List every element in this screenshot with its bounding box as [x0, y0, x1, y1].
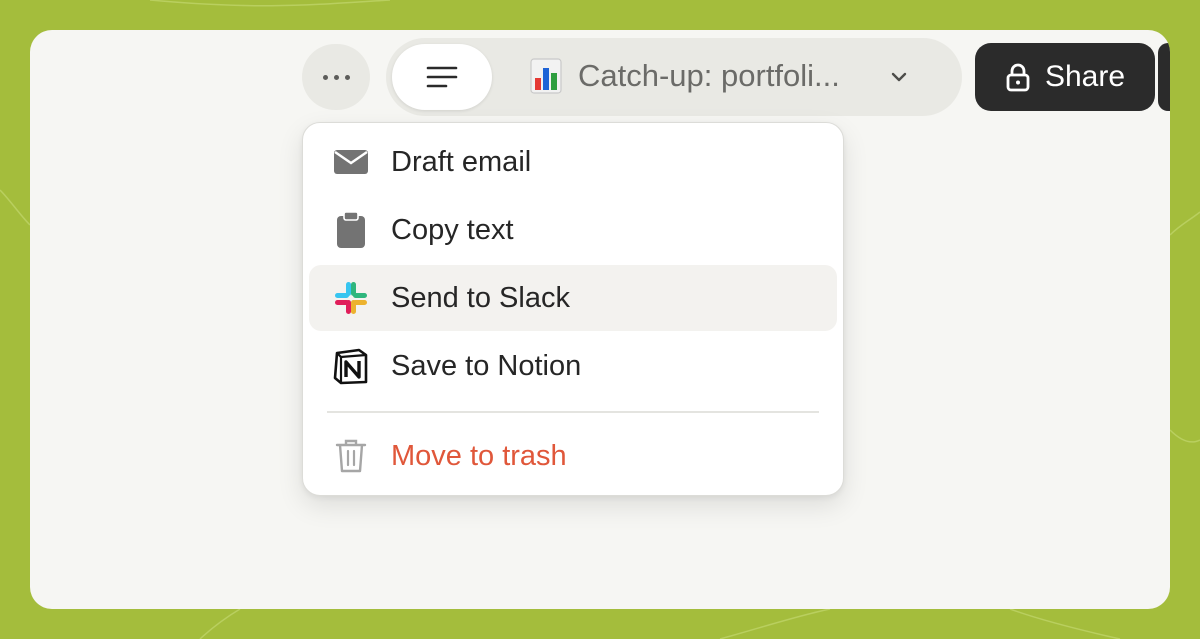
slack-icon	[331, 278, 371, 318]
menu-item-label: Move to trash	[391, 440, 567, 472]
envelope-icon	[331, 142, 371, 182]
document-selector[interactable]: Catch-up: portfoli...	[386, 38, 962, 116]
clipboard-icon	[331, 210, 371, 250]
app-window: Catch-up: portfoli... Share Draft email	[30, 30, 1170, 609]
outline-button[interactable]	[392, 44, 492, 110]
menu-item-move-to-trash[interactable]: Move to trash	[309, 423, 837, 489]
menu-item-save-to-notion[interactable]: Save to Notion	[309, 333, 837, 399]
lock-icon	[1006, 63, 1030, 92]
menu-item-label: Save to Notion	[391, 350, 582, 382]
notion-icon	[331, 346, 371, 386]
ellipsis-dot	[333, 74, 339, 80]
share-label: Share	[1044, 60, 1126, 93]
menu-item-copy-text[interactable]: Copy text	[309, 197, 837, 263]
menu-item-label: Copy text	[391, 214, 514, 246]
more-options-menu: Draft email Copy text Send to Slack Save…	[302, 122, 844, 496]
bar-chart-emoji-icon	[530, 58, 562, 94]
menu-item-label: Draft email	[391, 146, 532, 178]
more-options-button[interactable]	[302, 44, 370, 110]
document-title: Catch-up: portfoli...	[578, 58, 840, 93]
ellipsis-icon	[322, 74, 328, 80]
menu-item-label: Send to Slack	[391, 282, 570, 314]
menu-item-draft-email[interactable]: Draft email	[309, 129, 837, 195]
edge-button[interactable]	[1158, 43, 1170, 111]
chevron-down-icon	[891, 72, 907, 82]
share-button[interactable]: Share	[975, 43, 1155, 111]
menu-divider	[327, 411, 819, 413]
trash-icon	[331, 436, 371, 476]
text-lines-icon	[426, 66, 458, 88]
ellipsis-dot	[344, 74, 350, 80]
menu-item-send-to-slack[interactable]: Send to Slack	[309, 265, 837, 331]
